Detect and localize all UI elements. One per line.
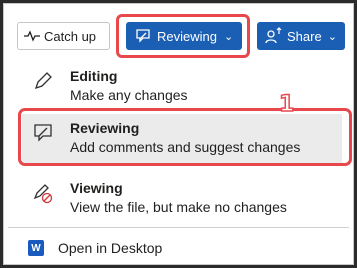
- chevron-down-icon: ⌄: [327, 30, 337, 43]
- share-button[interactable]: Share ⌄: [257, 22, 345, 50]
- pencil-no-icon: [33, 184, 53, 204]
- menu-item-desc: Make any changes: [70, 87, 188, 103]
- catch-up-button[interactable]: Catch up: [17, 22, 110, 50]
- menu-item-title: Editing: [70, 68, 118, 84]
- highlight-box: [18, 108, 352, 166]
- share-people-icon: [265, 27, 282, 44]
- divider: [8, 227, 349, 228]
- menu-item-title: Viewing: [70, 180, 123, 196]
- share-label: Share: [287, 28, 322, 44]
- highlight-box: [116, 14, 250, 58]
- open-in-desktop-label: Open in Desktop: [58, 240, 163, 256]
- menu-item-desc: View the file, but make no changes: [70, 199, 287, 215]
- step-number-badge: 1: [278, 91, 295, 118]
- mode-menu-panel: Catch up Reviewing ⌄ Share ⌄ Editing Mak…: [3, 3, 354, 265]
- open-in-desktop-item[interactable]: W Open in Desktop: [22, 236, 342, 260]
- catch-up-label: Catch up: [44, 28, 97, 44]
- menu-item-viewing[interactable]: Viewing View the file, but make no chang…: [22, 174, 342, 230]
- pencil-icon: [34, 72, 52, 90]
- activity-icon: [24, 30, 40, 42]
- word-icon: W: [28, 240, 44, 256]
